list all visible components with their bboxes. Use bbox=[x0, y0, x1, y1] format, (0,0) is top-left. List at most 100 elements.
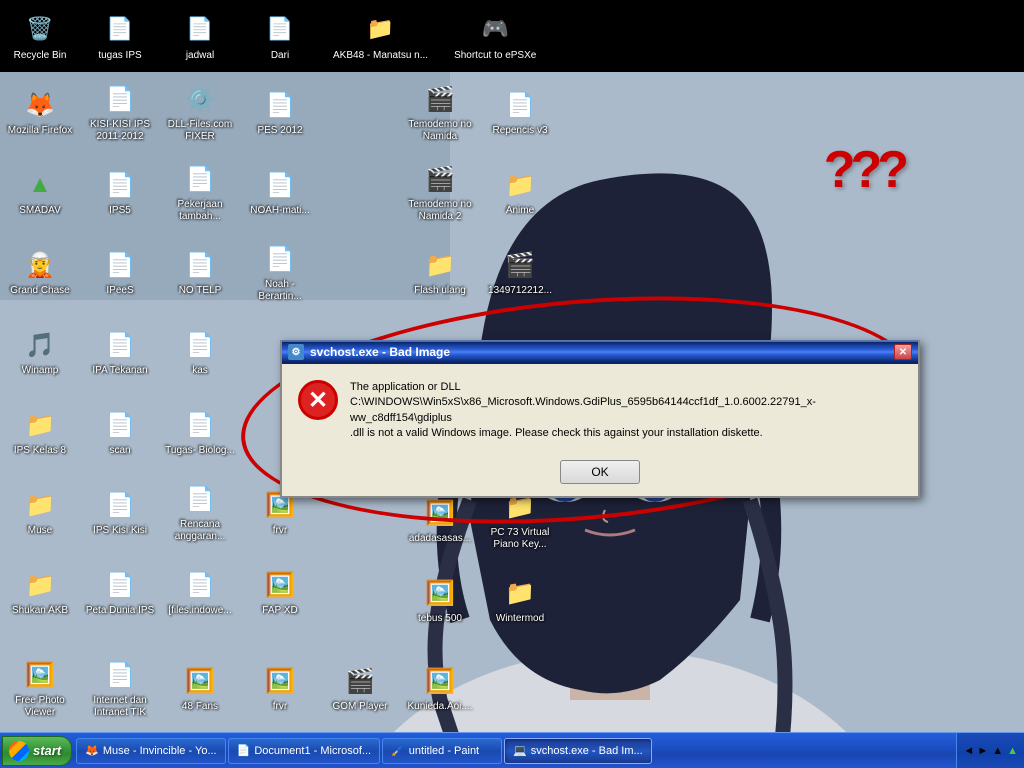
noah-berartin-icon: 📄 bbox=[262, 241, 298, 277]
ips-kisi-label: IPS Kisi Kisi bbox=[93, 525, 147, 537]
dialog-ok-button[interactable]: OK bbox=[560, 460, 640, 484]
desktop-icon-akb48[interactable]: 📁 AKB48 - Manatsu n... bbox=[325, 7, 436, 65]
icon-ipees[interactable]: 📄 IPeeS bbox=[80, 232, 160, 312]
icon-muse[interactable]: 📁 Muse bbox=[0, 472, 80, 552]
icon-noah-berartin[interactable]: 📄 Noah - Berartin... bbox=[240, 232, 320, 312]
icon-wintermod[interactable]: 📁 Wintermod bbox=[480, 560, 560, 640]
icon-temodemo1[interactable]: 🎬 Temodemo no Namida bbox=[400, 72, 480, 152]
taskbar-item-paint[interactable]: 🖌️ untitled - Paint bbox=[382, 738, 502, 764]
icon-mozilla[interactable]: 🦊 Mozilla Firefox bbox=[0, 72, 80, 152]
taskbar-item-document1[interactable]: 📄 Document1 - Microsof... bbox=[228, 738, 380, 764]
dialog-close-button[interactable]: ✕ bbox=[894, 344, 912, 360]
icon-files-indonesia[interactable]: 📄 [files.indowe... bbox=[160, 552, 240, 632]
icon-no-telp[interactable]: 📄 NO TELP bbox=[160, 232, 240, 312]
pes2012-label: PES 2012 bbox=[257, 125, 302, 137]
dialog-title-icon: ⚙ bbox=[288, 344, 304, 360]
dialog-footer: OK bbox=[282, 454, 918, 496]
dialog-titlebar: ⚙ svchost.exe - Bad Image ✕ bbox=[282, 340, 918, 364]
smadav-label: SMADAV bbox=[19, 205, 61, 217]
paint-taskbar-label: untitled - Paint bbox=[409, 745, 479, 757]
icon-repencis[interactable]: 📄 Repencis v3 bbox=[480, 72, 560, 152]
pes2012-icon: 📄 bbox=[262, 87, 298, 123]
svchost-error-dialog: ⚙ svchost.exe - Bad Image ✕ ✕ The applic… bbox=[280, 340, 920, 498]
desktop-icons-mid-right: 🖼️ adadasasas... 📁 PC 73 Virtual Piano K… bbox=[400, 480, 560, 640]
start-button[interactable]: start bbox=[2, 736, 72, 766]
top-icon-bar: 🗑️ Recycle Bin 📄 tugas IPS 📄 jadwal 📄 Da… bbox=[0, 0, 1024, 72]
desktop-icon-dari[interactable]: 📄 Dari bbox=[245, 7, 315, 65]
icon-smadav[interactable]: ▲ SMADAV bbox=[0, 152, 80, 232]
icon-winamp[interactable]: 🎵 Winamp bbox=[0, 312, 80, 392]
kisi-kisi-label: KISI-KISI IPS 2011-2012 bbox=[84, 119, 156, 143]
icon-ips-kisi[interactable]: 📄 IPS Kisi Kisi bbox=[80, 472, 160, 552]
desktop-icon-tugas-ips[interactable]: 📄 tugas IPS bbox=[85, 7, 155, 65]
muse-icon: 📁 bbox=[22, 487, 58, 523]
icon-peta-dunia[interactable]: 📄 Peta Dunia IPS bbox=[80, 552, 160, 632]
dialog-message: The application or DLL C:\WINDOWS\Win5xS… bbox=[350, 380, 902, 442]
icon-anime[interactable]: 📁 Anime bbox=[480, 152, 560, 232]
files-indonesia-icon: 📄 bbox=[182, 567, 218, 603]
rencana-anggaran-icon: 📄 bbox=[182, 481, 218, 517]
icon-frvr2[interactable]: 🖼️ frvr bbox=[240, 648, 320, 728]
icon-dll-files[interactable]: ⚙️ DLL-Files.com FIXER bbox=[160, 72, 240, 152]
clock: ▲ bbox=[992, 745, 1003, 757]
icon-free-photo-viewer[interactable]: 🖼️ Free Photo Viewer bbox=[0, 648, 80, 728]
icon-shukan-akb[interactable]: 📁 Shukan AKB bbox=[0, 552, 80, 632]
desktop-icon-epsxe[interactable]: 🎮 Shortcut to ePSXe bbox=[446, 7, 544, 65]
icon-rencana-anggaran[interactable]: 📄 Rencana anggaran... bbox=[160, 472, 240, 552]
pekerjaan-label: Pekerjaan tambah... bbox=[164, 199, 236, 223]
icon-tebus-500[interactable]: 🖼️ tebus 500 bbox=[400, 560, 480, 640]
tugas-biolog-label: Tugas- Biolog... bbox=[165, 445, 235, 457]
pekerjaan-icon: 📄 bbox=[182, 161, 218, 197]
ips-kelas8-label: IPS Kelas 8 bbox=[14, 445, 66, 457]
muse-taskbar-label: Muse - Invincible - Yo... bbox=[103, 745, 217, 757]
gom-player-label: GOM Player bbox=[332, 701, 387, 713]
temodemo1-icon: 🎬 bbox=[422, 81, 458, 117]
temodemo1-label: Temodemo no Namida bbox=[404, 119, 476, 143]
document1-taskbar-label: Document1 - Microsof... bbox=[254, 745, 371, 757]
icon-temodemo2[interactable]: 🎬 Temodemo no Namida 2 bbox=[400, 152, 480, 232]
icon-noah-mati[interactable]: 📄 NOAH-mati... bbox=[240, 152, 320, 232]
icon-grand-chase[interactable]: 🧝 Grand Chase bbox=[0, 232, 80, 312]
taskbar-item-muse[interactable]: 🦊 Muse - Invincible - Yo... bbox=[76, 738, 225, 764]
free-photo-viewer-icon: 🖼️ bbox=[22, 657, 58, 693]
icon-kunieda[interactable]: 🖼️ Kunieda.Aoi.... bbox=[400, 648, 480, 728]
icon-fap-xd[interactable]: 🖼️ FAP XD bbox=[240, 552, 320, 632]
peta-dunia-icon: 📄 bbox=[102, 567, 138, 603]
windows-logo-icon bbox=[9, 741, 29, 761]
icon-scan[interactable]: 📄 scan bbox=[80, 392, 160, 472]
mozilla-label: Mozilla Firefox bbox=[8, 125, 72, 137]
internet-tik-label: Internet dan Intranet TIK bbox=[84, 695, 156, 719]
question-marks: ??? bbox=[824, 140, 904, 200]
frvr2-label: frvr bbox=[273, 701, 287, 713]
rencana-anggaran-label: Rencana anggaran... bbox=[164, 519, 236, 543]
icon-internet-tik[interactable]: 📄 Internet dan Intranet TIK bbox=[80, 648, 160, 728]
icon-kas[interactable]: 📄 kas bbox=[160, 312, 240, 392]
icon-pes2012[interactable]: 📄 PES 2012 bbox=[240, 72, 320, 152]
ipees-label: IPeeS bbox=[106, 285, 133, 297]
icon-48-fans[interactable]: 🖼️ 48 Fans bbox=[160, 648, 240, 728]
kunieda-icon: 🖼️ bbox=[422, 663, 458, 699]
icon-tugas-biolog[interactable]: 📄 Tugas- Biolog... bbox=[160, 392, 240, 472]
anime-label: Anime bbox=[506, 205, 534, 217]
icon-ipa-tekanan[interactable]: 📄 IPA Tekanan bbox=[80, 312, 160, 392]
icon-pekerjaan[interactable]: 📄 Pekerjaan tambah... bbox=[160, 152, 240, 232]
icon-ips5[interactable]: 📄 IPS5 bbox=[80, 152, 160, 232]
icon-id-134[interactable]: 🎬 1349712212... bbox=[480, 232, 560, 312]
free-photo-viewer-label: Free Photo Viewer bbox=[4, 695, 76, 719]
anime-icon: 📁 bbox=[502, 167, 538, 203]
dialog-title-label: svchost.exe - Bad Image bbox=[310, 345, 450, 359]
flash-ulang-label: Flash ulang bbox=[414, 285, 466, 297]
dialog-title-text: ⚙ svchost.exe - Bad Image bbox=[288, 344, 450, 360]
desktop-icon-recycle-bin[interactable]: 🗑️ Recycle Bin bbox=[5, 7, 75, 65]
id-134-label: 1349712212... bbox=[488, 285, 552, 297]
ips5-icon: 📄 bbox=[102, 167, 138, 203]
start-label: start bbox=[33, 743, 61, 758]
48-fans-label: 48 Fans bbox=[182, 701, 218, 713]
taskbar-item-svchost[interactable]: 💻 svchost.exe - Bad Im... bbox=[504, 738, 652, 764]
icon-kisi-kisi[interactable]: 📄 KISI-KISI IPS 2011-2012 bbox=[80, 72, 160, 152]
tugas-ips-icon: 📄 bbox=[102, 11, 138, 47]
icon-gom-player[interactable]: 🎬 GOM Player bbox=[320, 648, 400, 728]
icon-flash-ulang[interactable]: 📁 Flash ulang bbox=[400, 232, 480, 312]
icon-ips-kelas8[interactable]: 📁 IPS Kelas 8 bbox=[0, 392, 80, 472]
desktop-icon-jadwal[interactable]: 📄 jadwal bbox=[165, 7, 235, 65]
